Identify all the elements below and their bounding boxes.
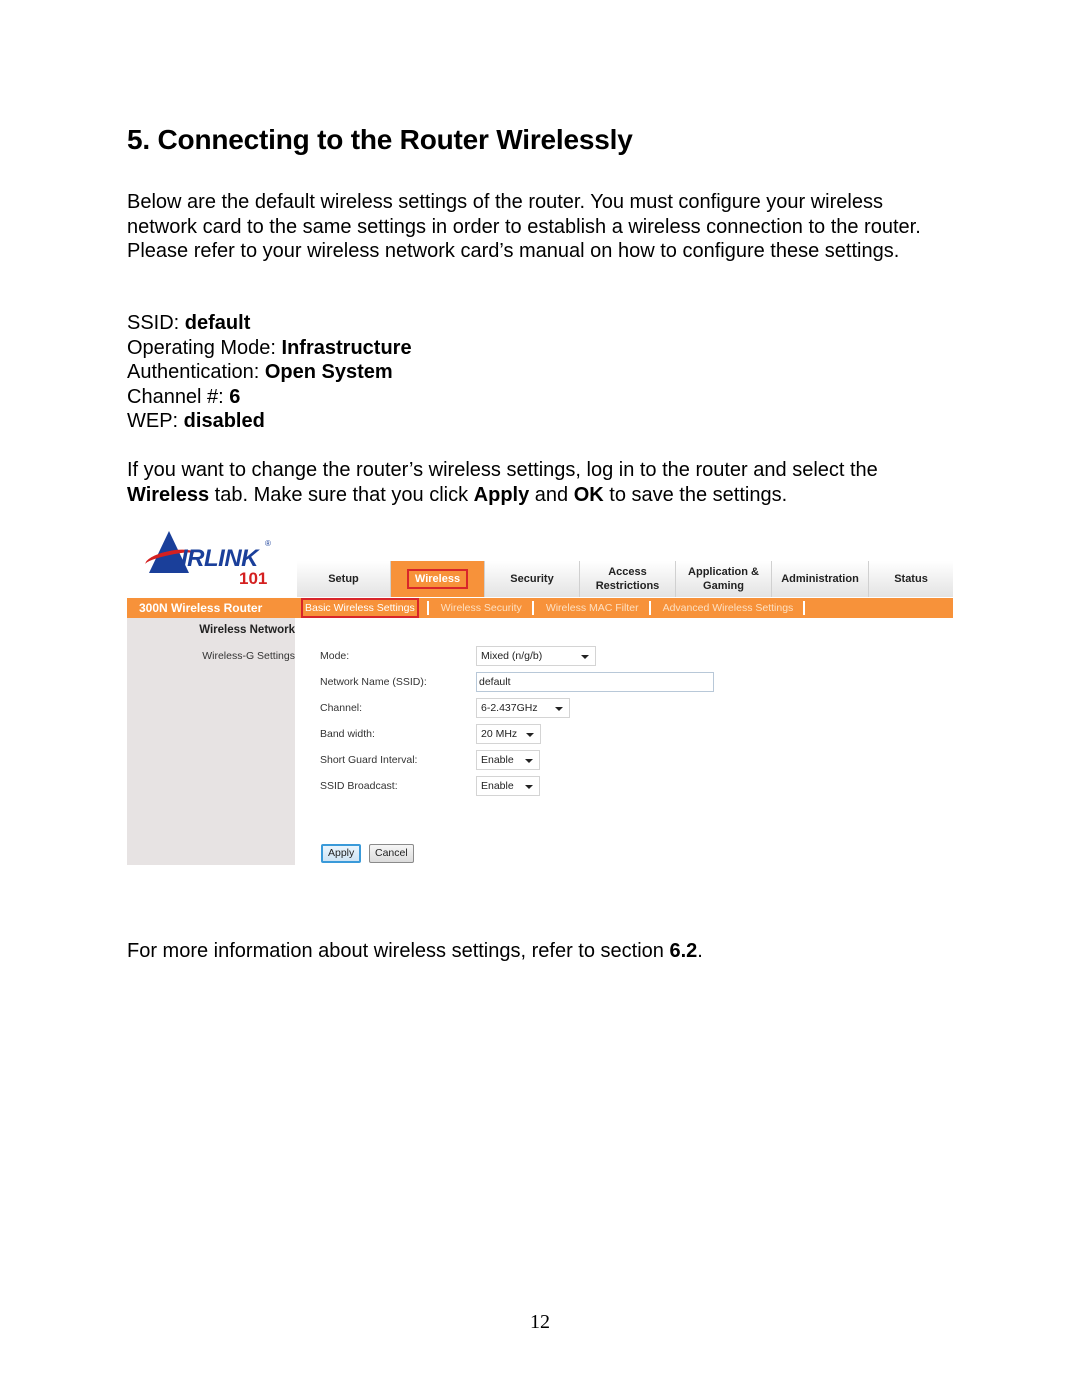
subtab-divider (426, 601, 429, 615)
tab-access-restrictions[interactable]: Access Restrictions (580, 561, 676, 597)
airlink-logo: IRLINK ® 101 (143, 527, 285, 591)
apply-button[interactable]: Apply (321, 844, 362, 863)
ssid-broadcast-label: SSID Broadcast: (320, 780, 398, 792)
tab-security[interactable]: Security (485, 561, 580, 597)
chevron-down-icon (555, 707, 563, 711)
product-name: 300N Wireless Router (139, 601, 263, 615)
ssid-input[interactable]: default (476, 672, 714, 692)
tab-administration[interactable]: Administration (772, 561, 869, 597)
main-tabs: Setup Wireless Security Access Restricti… (297, 561, 953, 597)
router-screenshot: IRLINK ® 101 Setup Wireless Security Acc… (127, 525, 953, 865)
sidebar-item-wireless-g-settings: Wireless-G Settings (202, 650, 295, 662)
channel-label: Channel: (320, 702, 363, 714)
intro-paragraph: Below are the default wireless settings … (127, 191, 921, 262)
subtab-divider (648, 601, 651, 615)
footer-note: For more information about wireless sett… (127, 940, 703, 962)
wireless-settings-form: Mode: Mixed (n/g/b) Network Name (SSID):… (295, 618, 953, 865)
subtab-advanced-wireless-settings[interactable]: Advanced Wireless Settings (661, 600, 796, 616)
page-title: 5. Connecting to the Router Wirelessly (127, 124, 633, 155)
tab-application-gaming[interactable]: Application & Gaming (676, 561, 772, 597)
instructions-paragraph: If you want to change the router’s wirel… (127, 459, 878, 506)
short-guard-interval-select[interactable]: Enable (476, 750, 540, 770)
subtab-wireless-mac-filter[interactable]: Wireless MAC Filter (544, 600, 641, 616)
ssid-broadcast-select[interactable]: Enable (476, 776, 540, 796)
ssid-label: Network Name (SSID): (320, 676, 427, 688)
router-sidebar: Wireless Network Wireless-G Settings (127, 618, 295, 865)
default-settings-list: SSID: default Operating Mode: Infrastruc… (127, 311, 412, 434)
setting-wep: WEP: disabled (127, 410, 265, 432)
sidebar-heading: Wireless Network (199, 624, 295, 636)
subtabs: Basic Wireless Settings Wireless Securit… (301, 598, 815, 618)
subnav-bar: 300N Wireless Router Basic Wireless Sett… (127, 598, 953, 618)
tab-setup[interactable]: Setup (297, 561, 391, 597)
cancel-button[interactable]: Cancel (369, 844, 414, 863)
setting-channel: Channel #: 6 (127, 385, 241, 408)
mode-label: Mode: (320, 650, 350, 662)
mode-select[interactable]: Mixed (n/g/b) (476, 646, 596, 666)
chevron-down-icon (526, 733, 534, 737)
bandwidth-label: Band width: (320, 728, 375, 740)
page-number: 12 (530, 1311, 550, 1333)
chevron-down-icon (525, 785, 533, 789)
chevron-down-icon (581, 655, 589, 659)
chevron-down-icon (525, 759, 533, 763)
tab-status[interactable]: Status (869, 561, 953, 597)
subtab-wireless-security[interactable]: Wireless Security (439, 600, 524, 616)
subtab-divider (531, 601, 534, 615)
channel-select[interactable]: 6-2.437GHz (476, 698, 570, 718)
setting-ssid: SSID: default (127, 312, 251, 334)
tab-wireless[interactable]: Wireless (391, 561, 485, 597)
bandwidth-select[interactable]: 20 MHz (476, 724, 541, 744)
setting-authentication: Authentication: Open System (127, 361, 393, 383)
subtab-basic-wireless-settings[interactable]: Basic Wireless Settings (301, 598, 419, 618)
short-guard-interval-label: Short Guard Interval: (320, 754, 418, 766)
setting-operating-mode: Operating Mode: Infrastructure (127, 336, 412, 359)
subtab-divider (803, 601, 806, 615)
